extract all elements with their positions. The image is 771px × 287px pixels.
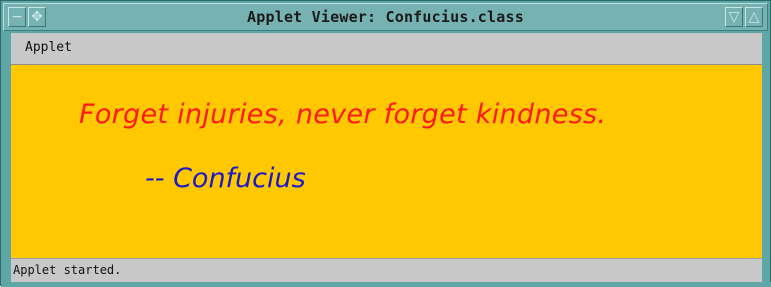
window-bottom-border[interactable] xyxy=(1,282,771,287)
title-bar[interactable]: − ✥ Applet Viewer: Confucius.class ▽ △ xyxy=(3,3,768,31)
author-text: -- Confucius xyxy=(145,163,306,194)
move-icon[interactable]: ✥ xyxy=(28,7,46,27)
quote-text: Forget injuries, never forget kindness. xyxy=(79,99,607,130)
applet-viewer-window: − ✥ Applet Viewer: Confucius.class ▽ △ A… xyxy=(0,0,771,287)
status-text: Applet started. xyxy=(13,263,122,277)
maximize-icon[interactable]: △ xyxy=(745,7,763,27)
window-title: Applet Viewer: Confucius.class xyxy=(247,8,524,26)
minimize-icon[interactable]: ▽ xyxy=(725,7,743,27)
menu-applet[interactable]: Applet xyxy=(25,40,72,55)
status-bar: Applet started. xyxy=(11,258,762,282)
window-menu-icon[interactable]: − xyxy=(8,7,26,27)
applet-canvas: Forget injuries, never forget kindness. … xyxy=(11,65,762,258)
menu-bar: Applet xyxy=(11,33,762,65)
